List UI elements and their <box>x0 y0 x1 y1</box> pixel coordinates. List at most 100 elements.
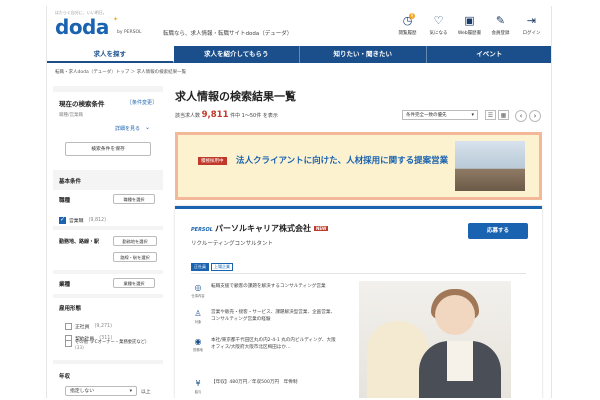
location-label: 勤務地 <box>193 348 203 352</box>
industry-title: 業種 <box>59 282 71 288</box>
divider <box>191 273 526 274</box>
basic-conditions-header: 基本条件 <box>53 174 163 188</box>
register-label: 会員登録 <box>491 31 510 36</box>
next-page-button[interactable]: › <box>529 110 541 122</box>
count-number: 9,811 <box>201 110 229 120</box>
photo-person-shirt <box>447 341 473 381</box>
banner-photo <box>455 141 525 191</box>
info-row-description: ◎ 仕事内容 転職支援で顧客の課題を解決するコンサルティング営業 <box>191 283 341 309</box>
site-header: はたらく自分に、いい明日。 doda ✦ by PERSOL 転職なら、求人情報… <box>47 6 551 44</box>
info-row-target: ♙ 対象 営業や販売・接客・サービス、課題解決型営業、企画営業、コンサルティング… <box>191 309 341 337</box>
salary-section: 年収 指定しない ▾ 以上 <box>53 364 163 398</box>
location-icon: ◉ <box>194 337 202 346</box>
info-row-location: ◉ 勤務地 本社/東京都千代田区丸の内2-4-1 丸の内ビルディング、大阪オフィ… <box>191 337 341 371</box>
info-row-salary: ¥ 給与 【年収】480万円／年収500万円 年俸制 <box>191 379 341 398</box>
job-type-section: 職種 職種を選択 営業職 (9,812) <box>53 190 163 226</box>
station-select-button[interactable]: 路線・駅を選択 <box>113 252 157 262</box>
browser-page: はたらく自分に、いい明日。 doda ✦ by PERSOL 転職なら、求人情報… <box>46 6 552 398</box>
caret-down-icon: ▾ <box>129 389 132 394</box>
login-label: ログイン <box>522 31 541 36</box>
current-conditions-title: 現在の検索条件 <box>59 100 105 108</box>
header-login[interactable]: ⇥ ログイン <box>516 14 547 36</box>
logo-star-icon: ✦ <box>113 16 119 23</box>
other-label: その他（FCオーナー・業務委託など） <box>75 340 150 345</box>
sort-select-value: 条件完全一致の優先 <box>406 113 447 118</box>
favorites-label: 気になる <box>429 31 448 36</box>
company-name[interactable]: PERSOL パーソルキャリア株式会社 NEW <box>191 223 329 234</box>
promo-banner[interactable]: 積極採用中 法人クライアントに向けた、人材採用に関する提案営業 <box>175 132 542 200</box>
new-badge: NEW <box>313 226 329 231</box>
job-photo <box>359 281 511 398</box>
prev-page-button[interactable]: ‹ <box>515 110 527 122</box>
salary-label: 給与 <box>194 390 202 394</box>
page-title: 求人情報の検索結果一覧 <box>175 90 296 103</box>
company-logo: PERSOL <box>191 227 213 233</box>
edit-icon: ✎ <box>495 14 506 27</box>
header-register[interactable]: ✎ 会員登録 <box>485 14 516 36</box>
header-favorites[interactable]: ♡ 気になる <box>423 14 454 36</box>
tag-listed: 上場企業 <box>211 263 233 271</box>
job-type-select-button[interactable]: 職種を選択 <box>113 194 155 204</box>
employment-option-other[interactable]: その他（FCオーナー・業務委託など） (33) <box>65 340 161 351</box>
header-resume[interactable]: ▣ Web履歴書 <box>454 14 485 36</box>
detail-link[interactable]: 詳細を見る <box>115 125 140 132</box>
result-count: 該当求人数 9,811 件中 1～50件 を表示 <box>175 110 278 120</box>
person-icon: ♙ <box>194 309 202 318</box>
history-label: 閲覧履歴 <box>398 31 417 36</box>
location-section: 勤務地、路線・駅 勤務地を選択 路線・駅を選択 <box>53 230 163 270</box>
location-select-button[interactable]: 勤務地を選択 <box>113 236 157 246</box>
clock-icon: ◷ <box>402 14 413 27</box>
job-type-checkbox[interactable] <box>59 216 66 224</box>
search-sidebar: 現在の検索条件 ［条件変更］ 職種/営業職 詳細を見る ⌄ 検索条件を保存 基本… <box>53 86 163 398</box>
apply-button[interactable]: 応募する <box>468 223 528 239</box>
job-type-checked-label: 営業職 <box>69 219 84 224</box>
building-icon: ◎ <box>194 283 202 292</box>
header-history[interactable]: ◷ 9 閲覧履歴 <box>392 13 423 36</box>
tab-job-referral[interactable]: 求人を紹介してもらう <box>174 46 300 63</box>
location-title: 勤務地、路線・駅 <box>59 239 100 245</box>
job-type-title: 職種 <box>59 198 71 204</box>
heart-icon: ♡ <box>433 14 444 27</box>
other-checkbox[interactable] <box>65 340 72 347</box>
job-type: リクルーティングコンサルタント <box>191 241 274 247</box>
tab-search-jobs[interactable]: 求人を探す <box>47 46 174 63</box>
current-conditions: 現在の検索条件 ［条件変更］ 職種/営業職 詳細を見る ⌄ 検索条件を保存 <box>53 92 163 170</box>
briefcase-icon: ▣ <box>464 14 475 27</box>
doda-logo[interactable]: doda <box>55 15 109 39</box>
history-badge: 9 <box>409 13 415 19</box>
company-name-text: パーソルキャリア株式会社 <box>214 224 311 233</box>
tab-events[interactable]: イベント <box>427 46 552 63</box>
list-view-button[interactable]: ☰ <box>485 110 496 120</box>
job-tags: 正社員 上場企業 <box>191 253 235 272</box>
change-conditions-link[interactable]: ［条件変更］ <box>127 99 157 106</box>
banner-text: 法人クライアントに向けた、人材採用に関する提案営業 <box>236 156 449 166</box>
description-label: 仕事内容 <box>191 294 205 298</box>
count-suffix: 件中 1～50件 を表示 <box>230 113 278 119</box>
sort-select[interactable]: 条件完全一致の優先 ▾ <box>402 110 478 120</box>
employment-title: 雇用形態 <box>59 306 82 312</box>
salary-text: 【年収】480万円／年収500万円 年俸制 <box>211 380 298 385</box>
save-conditions-button[interactable]: 検索条件を保存 <box>65 142 151 156</box>
basic-conditions-title: 基本条件 <box>59 179 82 185</box>
target-label: 対象 <box>194 320 202 324</box>
location-text: 本社/東京都千代田区丸の内2-4-1 丸の内ビルディング、大阪オフィス/大阪府大… <box>211 338 336 350</box>
breadcrumb[interactable]: 転職・求人doda（デューダ）トップ ＞ 求人情報の検索結果一覧 <box>55 69 186 75</box>
industry-select-button[interactable]: 業種を選択 <box>113 278 155 288</box>
description-text: 転職支援で顧客の課題を解決するコンサルティング営業 <box>211 284 326 289</box>
header-icons: ◷ 9 閲覧履歴 ♡ 気になる ▣ Web履歴書 ✎ 会員登録 ⇥ ログイン <box>392 13 547 36</box>
other-count: (33) <box>75 346 84 351</box>
banner-tag: 積極採用中 <box>198 157 227 165</box>
chevron-down-icon: ⌄ <box>145 124 151 131</box>
job-card[interactable]: PERSOL パーソルキャリア株式会社 NEW リクルーティングコンサルタント 正社… <box>175 206 542 398</box>
job-type-checkbox-row[interactable]: 営業職 (9,812) <box>59 210 106 229</box>
site-description: 転職なら、求人情報・転職サイトdoda（デューダ） <box>163 31 293 37</box>
yen-icon: ¥ <box>195 379 201 388</box>
employment-section: 雇用形態 正社員 (9,271) 契約社員 (311) その他（FCオーナー・業… <box>53 298 163 360</box>
resume-label: Web履歴書 <box>457 31 482 36</box>
tab-knowledge[interactable]: 知りたい・聞きたい <box>300 46 427 63</box>
salary-select[interactable]: 指定しない ▾ <box>65 386 137 396</box>
salary-title: 年収 <box>59 374 71 380</box>
by-persol: by PERSOL <box>117 30 142 35</box>
grid-view-button[interactable]: ▦ <box>498 110 509 120</box>
login-icon: ⇥ <box>526 14 537 27</box>
